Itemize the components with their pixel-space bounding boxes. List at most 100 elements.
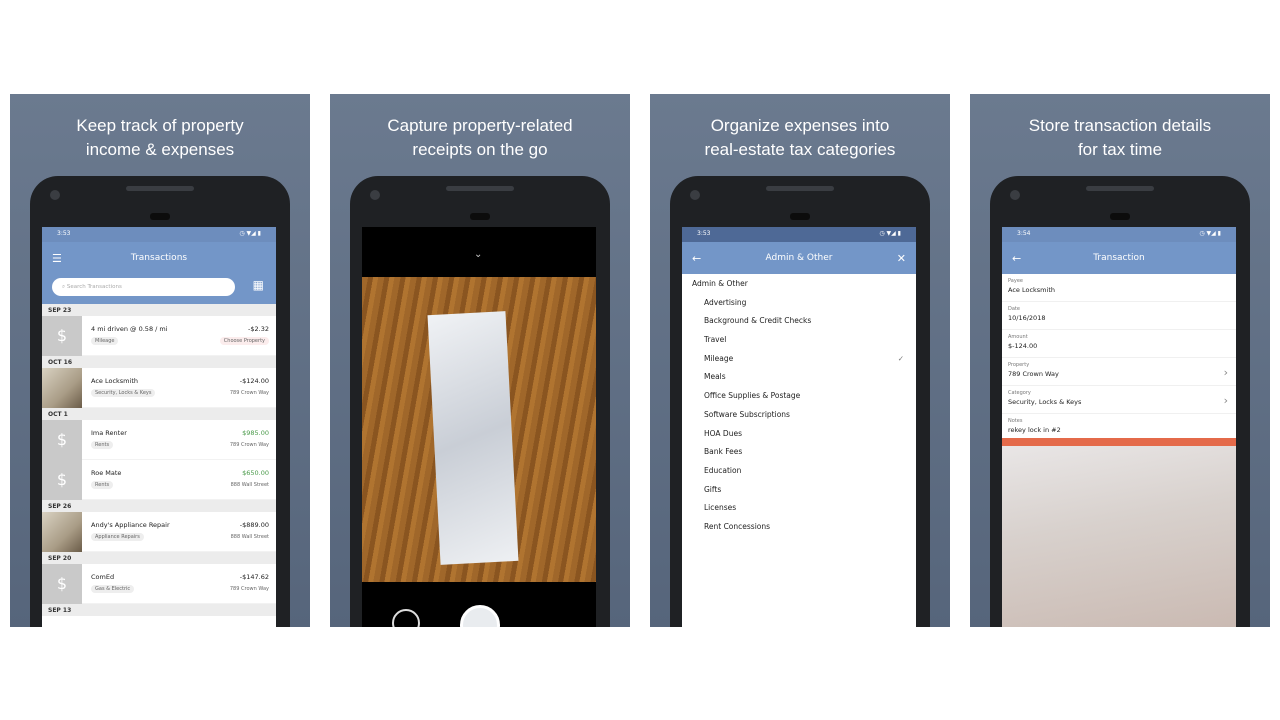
panel-capture: Capture property-related receipts on the … — [330, 94, 630, 627]
search-row: ⌕ Search Transactions ▦ — [42, 274, 276, 304]
category-item[interactable]: HOA Dues — [682, 425, 916, 444]
caption: Capture property-related receipts on the … — [330, 114, 630, 162]
caption-line: for tax time — [1077, 140, 1163, 159]
category-item[interactable]: Meals — [682, 368, 916, 387]
collapse-chevron-icon[interactable]: ⌄ — [474, 249, 482, 260]
category-label: Office Supplies & Postage — [704, 391, 801, 401]
field-payee[interactable]: Payee Ace Locksmith — [1002, 274, 1236, 302]
field-amount[interactable]: Amount $-124.00 — [1002, 330, 1236, 358]
caption-line: Organize expenses into — [710, 116, 890, 135]
property: 888 Wall Street — [230, 534, 269, 540]
status-icons: ◷ ▼◢ ▮ — [879, 230, 901, 237]
category-item[interactable]: Bank Fees — [682, 443, 916, 462]
transaction-row[interactable]: Ace Locksmith Security, Locks & Keys -$1… — [42, 368, 276, 408]
search-placeholder: Search Transactions — [66, 284, 122, 290]
caption-line: Capture property-related — [387, 116, 573, 135]
transaction-list[interactable]: SEP 23 $ 4 mi driven @ 0.58 / mi Mileage… — [42, 304, 276, 616]
category-item[interactable]: Office Supplies & Postage — [682, 387, 916, 406]
category-item[interactable]: Travel — [682, 331, 916, 350]
menu-icon[interactable]: ☰ — [52, 252, 62, 265]
property: 789 Crown Way — [229, 390, 269, 396]
category-item[interactable]: Mileage ✓ — [682, 350, 916, 369]
caption-line: Store transaction details — [1028, 116, 1212, 135]
property: 789 Crown Way — [229, 442, 269, 448]
rotate-icon[interactable] — [392, 609, 420, 627]
camera — [1010, 190, 1020, 200]
date-header: SEP 26 — [42, 500, 276, 512]
payee: Ace Locksmith — [91, 377, 138, 385]
payee: Ima Renter — [91, 429, 127, 437]
amount: $985.00 — [242, 429, 269, 437]
category-item[interactable]: Advertising — [682, 294, 916, 313]
close-icon[interactable]: ✕ — [897, 252, 906, 265]
back-arrow-icon[interactable]: ← — [1012, 252, 1021, 265]
camera-screen: ⌄ — [362, 227, 596, 627]
category-item[interactable]: Licenses — [682, 499, 916, 518]
detail-fields: Payee Ace Locksmith Date 10/16/2018 Amount $-… — [1002, 274, 1236, 442]
panel-categories: Organize expenses into real-estate tax ca… — [650, 94, 950, 627]
transaction-row[interactable]: $ Ima Renter Rents $985.00 789 Crown Way — [42, 420, 276, 460]
category-item[interactable]: Education — [682, 462, 916, 481]
status-bar: 3:53 ◷ ▼◢ ▮ — [42, 227, 276, 242]
caption: Organize expenses into real-estate tax ca… — [650, 114, 950, 162]
category-label: Mileage — [704, 353, 734, 363]
status-time: 3:53 — [57, 230, 71, 237]
speaker — [1086, 186, 1154, 191]
field-category[interactable]: Category Security, Locks & Keys › — [1002, 386, 1236, 414]
back-arrow-icon[interactable]: ← — [692, 252, 701, 265]
category-label: Advertising — [704, 297, 747, 307]
screen: 3:53 ◷ ▼◢ ▮ ☰ Transactions ⌕ Search Transa… — [42, 227, 276, 627]
amount: -$889.00 — [239, 521, 269, 529]
category-label: Education — [704, 465, 742, 475]
search-input[interactable]: ⌕ Search Transactions — [52, 278, 235, 296]
sensor — [150, 213, 170, 220]
status-bar: 3:53 ◷ ▼◢ ▮ — [682, 227, 916, 242]
date-header: SEP 13 — [42, 604, 276, 616]
category-item[interactable]: Rent Concessions — [682, 518, 916, 537]
field-value: rekey lock in #2 — [1008, 426, 1061, 434]
app-bar: ← Admin & Other ✕ — [682, 242, 916, 274]
transaction-row[interactable]: $ Roe Mate Rents $650.00 888 Wall Street — [42, 460, 276, 500]
app-bar: ← Transaction — [1002, 242, 1236, 274]
amount: $650.00 — [242, 469, 269, 477]
caption-line: Keep track of property — [76, 116, 244, 135]
category-label: Licenses — [704, 503, 737, 513]
category-label: Rent Concessions — [704, 521, 771, 531]
field-property[interactable]: Property 789 Crown Way › — [1002, 358, 1236, 386]
status-icons: ◷ ▼◢ ▮ — [1199, 230, 1221, 237]
camera — [50, 190, 60, 200]
category-group-header: Admin & Other — [692, 279, 748, 288]
transaction-row[interactable]: Andy's Appliance Repair Appliance Repair… — [42, 512, 276, 552]
speaker — [766, 186, 834, 191]
property[interactable]: Choose Property — [219, 337, 269, 345]
field-date[interactable]: Date 10/16/2018 — [1002, 302, 1236, 330]
category-label: Software Subscriptions — [704, 409, 790, 419]
category-item[interactable]: Background & Credit Checks — [682, 312, 916, 331]
category-tag: Mileage — [91, 337, 119, 345]
category-item[interactable]: Gifts — [682, 481, 916, 500]
property: 789 Crown Way — [229, 586, 269, 592]
category-item[interactable]: Software Subscriptions — [682, 406, 916, 425]
category-label: Meals — [704, 372, 726, 382]
chevron-right-icon: › — [1223, 366, 1228, 379]
dollar-icon: $ — [42, 564, 82, 604]
receipt-thumbnail — [42, 368, 82, 408]
property-filter-icon[interactable]: ▦ — [253, 278, 264, 292]
field-label: Notes — [1008, 418, 1023, 424]
speaker — [126, 186, 194, 191]
sensor — [470, 213, 490, 220]
transaction-row[interactable]: $ ComEd Gas & Electric -$147.62 789 Crow… — [42, 564, 276, 604]
transaction-row[interactable]: $ 4 mi driven @ 0.58 / mi Mileage -$2.32… — [42, 316, 276, 356]
field-label: Category — [1008, 390, 1031, 396]
amount: -$147.62 — [239, 573, 269, 581]
field-label: Property — [1008, 362, 1030, 368]
category-label: HOA Dues — [704, 428, 742, 438]
screen: 3:54 ◷ ▼◢ ▮ ← Transaction Payee Ace Locksmi… — [1002, 227, 1236, 627]
payee: Roe Mate — [91, 469, 122, 477]
payee: 4 mi driven @ 0.58 / mi — [91, 325, 168, 333]
payee: ComEd — [91, 573, 115, 581]
caption-line: real-estate tax categories — [704, 140, 896, 159]
field-value: Security, Locks & Keys — [1008, 398, 1082, 406]
field-value: Ace Locksmith — [1008, 286, 1055, 294]
shutter-button[interactable] — [460, 605, 500, 627]
